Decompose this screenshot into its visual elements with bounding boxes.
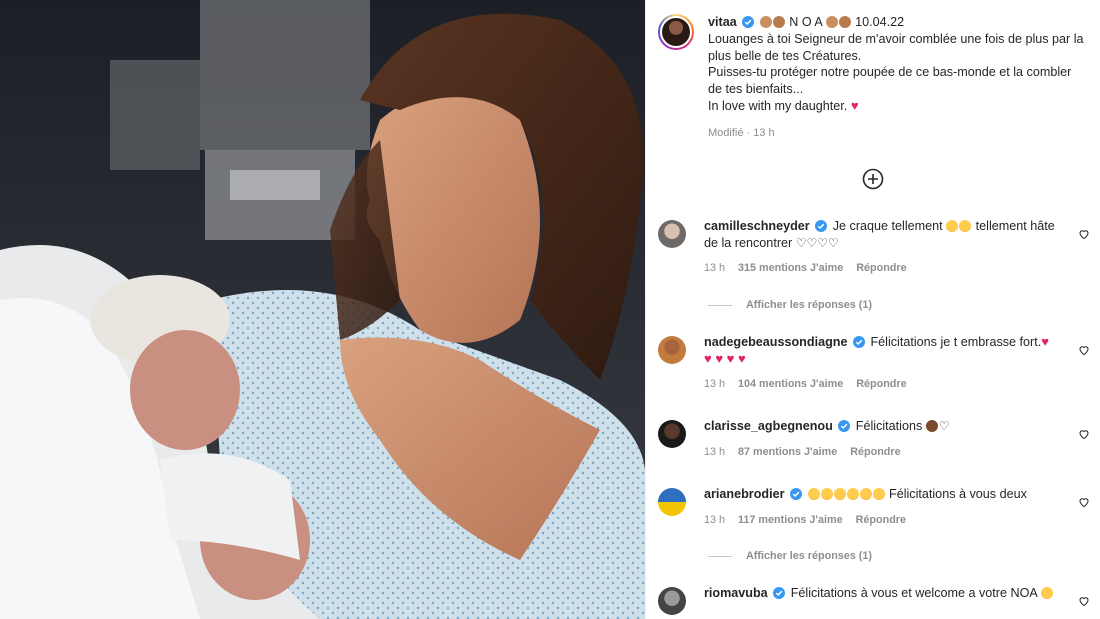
star-struck-emoji-icon [807,488,820,500]
replies-divider [708,304,732,306]
heart-outline-icon[interactable] [1078,595,1090,607]
commenter-avatar[interactable] [658,587,686,615]
comment-likes[interactable]: 87 mentions J'aime [738,446,837,458]
caption-line-2: Puisses-tu protéger notre poupée de ce b… [708,65,1072,97]
reply-button[interactable]: Répondre [850,446,900,458]
red-heart-emoji-icon: ♥ ♥ ♥ ♥ [704,350,746,366]
verified-badge-icon [790,488,802,500]
comment-body: arianebrodier Félicitations à vous deux … [704,486,1064,528]
star-struck-emoji-icon [959,220,972,232]
caption-title: N O A [789,15,823,29]
post-photo[interactable] [0,0,645,619]
verified-badge-icon [742,16,755,28]
post-time[interactable]: 13 h [753,127,774,139]
comment-meta: 13 h 104 mentions J'aime Répondre [704,376,1064,393]
raised-hands-emoji-icon [838,16,851,28]
comment-time[interactable]: 13 h [704,514,725,526]
comment-item: nadegebeaussondiagne Félicitations je t … [658,334,1090,393]
heart-outline-icon[interactable] [1078,228,1090,240]
star-struck-emoji-icon [833,488,846,500]
red-heart-emoji-icon: ♥ [1041,334,1049,349]
red-heart-emoji-icon: ♥ [850,97,859,113]
author-avatar-image [660,16,692,48]
commenter-username[interactable]: nadegebeaussondiagne [704,335,847,349]
author-username[interactable]: vitaa [708,15,737,29]
post-viewer: vitaa N O A 10.04.22 Louanges à toi Seig… [0,0,1100,619]
comment-body: camilleschneyder Je craque tellement tel… [704,218,1064,277]
caption-meta: Modifié · 13 h [708,126,775,139]
replies-divider [708,555,732,557]
comments-panel: vitaa N O A 10.04.22 Louanges à toi Seig… [645,0,1100,619]
verified-badge-icon [852,336,865,348]
caption-date: 10.04.22 [855,15,905,29]
caption-body: vitaa N O A 10.04.22 Louanges à toi Seig… [708,14,1088,142]
comment-body: nadegebeaussondiagne Félicitations je t … [704,334,1064,393]
plus-circle-icon[interactable] [862,168,884,190]
star-struck-emoji-icon [872,488,885,500]
commenter-username[interactable]: riomavuba [704,586,768,600]
comment-text: Félicitations à vous deux [889,487,1027,501]
reply-button[interactable]: Répondre [856,262,906,274]
caption-line-3: In love with my daughter. [708,98,848,113]
view-replies-label[interactable]: Afficher les réponses (1) [746,299,872,311]
heart-outline-icon[interactable] [1078,344,1090,356]
reply-button[interactable]: Répondre [856,514,906,526]
comment-body: clarisse_agbegnenou Félicitations ♡ 13 h… [704,418,1064,460]
verified-badge-icon [773,587,786,599]
comment-likes[interactable]: 104 mentions J'aime [738,378,843,390]
star-struck-emoji-icon [820,488,833,500]
star-struck-emoji-icon [946,220,959,232]
comment-text: Félicitations [855,419,923,433]
post-caption: vitaa N O A 10.04.22 Louanges à toi Seig… [658,14,1088,142]
comment-time[interactable]: 13 h [704,378,725,390]
commenter-username[interactable]: camilleschneyder [704,219,810,233]
comment-item: camilleschneyder Je craque tellement tel… [658,218,1090,277]
comment-time[interactable]: 13 h [704,262,725,274]
star-struck-emoji-icon [859,488,872,500]
view-replies[interactable]: Afficher les réponses (1) [708,550,872,562]
author-avatar[interactable] [658,14,694,50]
comment-item: riomavuba Félicitations à vous et welcom… [658,585,1090,615]
heart-outline-icon[interactable] [1078,428,1090,440]
comment-likes[interactable]: 117 mentions J'aime [738,514,843,526]
commenter-username[interactable]: arianebrodier [704,487,785,501]
star-struck-emoji-icon [846,488,859,500]
commenter-avatar[interactable] [658,336,686,364]
commenter-avatar[interactable] [658,488,686,516]
commenter-username[interactable]: clarisse_agbegnenou [704,419,833,433]
view-replies-label[interactable]: Afficher les réponses (1) [746,550,872,562]
raised-hands-emoji-icon [825,16,838,28]
view-replies[interactable]: Afficher les réponses (1) [708,299,872,311]
photo-illustration [0,0,645,619]
comment-item: arianebrodier Félicitations à vous deux … [658,486,1090,528]
comment-likes[interactable]: 315 mentions J'aime [738,262,843,274]
commenter-avatar[interactable] [658,220,686,248]
raised-hands-emoji-icon [759,16,772,28]
comment-time[interactable]: 13 h [704,446,725,458]
comment-text: Félicitations je t embrasse fort. [870,335,1042,349]
comment-text: Je craque tellement [832,219,943,233]
edited-label: Modifié [708,126,744,139]
comment-meta: 13 h 87 mentions J'aime Répondre [704,444,1064,461]
reply-button[interactable]: Répondre [856,378,906,390]
verified-badge-icon [838,420,851,432]
heart-outline-icon[interactable] [1078,496,1090,508]
comment-meta: 13 h 117 mentions J'aime Répondre [704,512,1064,529]
star-struck-emoji-icon [1040,587,1053,599]
white-heart-emoji-icon: ♡♡♡♡ [795,235,839,250]
raised-hands-emoji-icon [772,16,785,28]
commenter-avatar[interactable] [658,420,686,448]
comment-text: Félicitations à vous et welcome a votre … [790,586,1038,600]
caption-line-1: Louanges à toi Seigneur de m'avoir combl… [708,31,1084,63]
verified-badge-icon [815,220,828,232]
comment-meta: 13 h 315 mentions J'aime Répondre [704,260,1064,277]
comment-body: riomavuba Félicitations à vous et welcom… [704,585,1064,615]
woman-emoji-icon [925,420,938,432]
comment-item: clarisse_agbegnenou Félicitations ♡ 13 h… [658,418,1090,460]
white-heart-emoji-icon: ♡ [938,419,950,433]
